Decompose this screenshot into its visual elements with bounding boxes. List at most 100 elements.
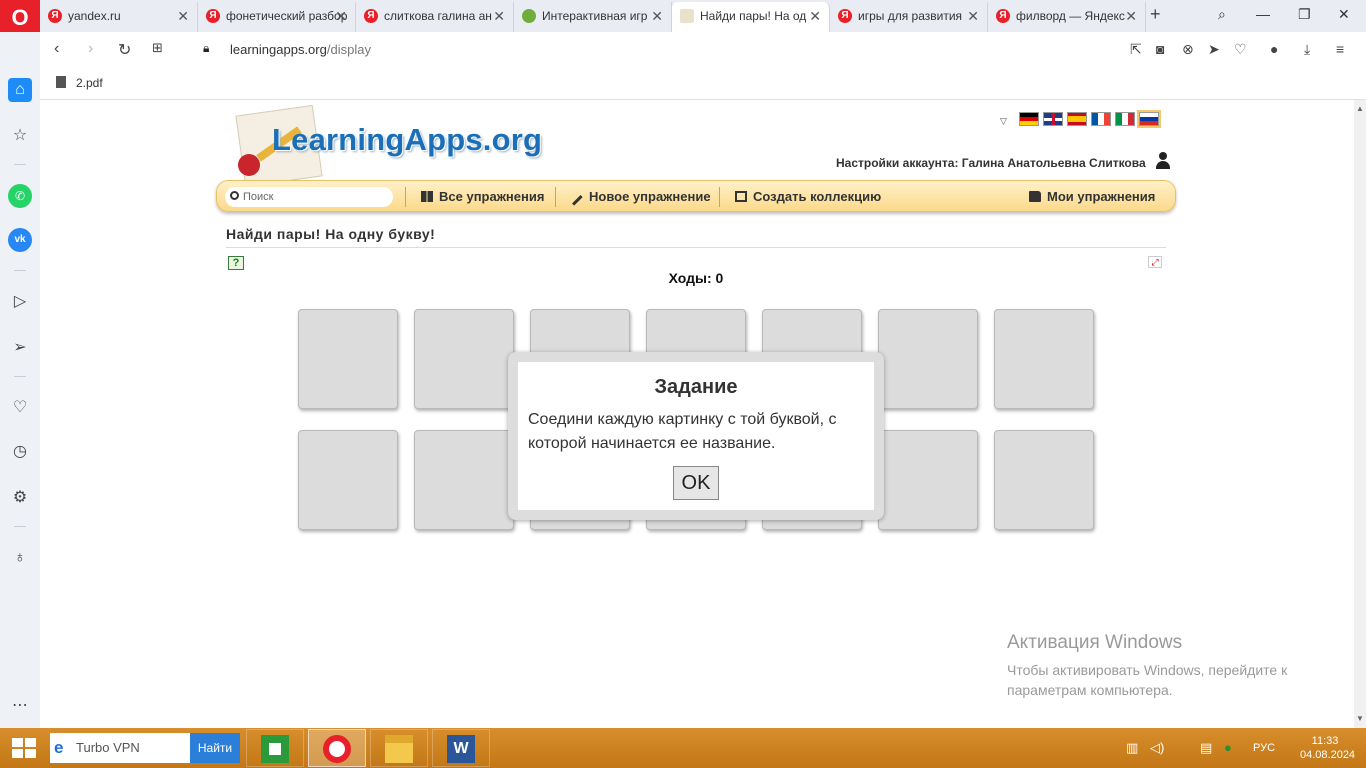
account-settings-link[interactable]: Настройки аккаунта: Галина Анатольевна С… bbox=[836, 156, 1146, 170]
send-icon[interactable]: ➢ bbox=[8, 336, 32, 360]
tab-phonetic[interactable]: Я фонетический разбор ✕ bbox=[198, 2, 356, 32]
reload-icon[interactable]: ↻ bbox=[118, 40, 131, 60]
menu-all-exercises[interactable]: Все упражнения bbox=[421, 189, 544, 204]
opera-icon bbox=[323, 735, 351, 763]
taskbar-find-button[interactable]: Найти bbox=[190, 733, 240, 763]
home-icon[interactable]: ⌂ bbox=[8, 78, 32, 102]
history-icon[interactable]: ◷ bbox=[8, 440, 32, 464]
easy-setup-icon[interactable]: ≡ bbox=[1336, 41, 1344, 57]
collection-icon bbox=[735, 191, 747, 202]
clock[interactable]: 11:33 04.08.2024 bbox=[1300, 734, 1356, 762]
memory-card[interactable] bbox=[298, 430, 398, 530]
close-icon[interactable]: ✕ bbox=[177, 2, 189, 30]
taskbar-store-app[interactable] bbox=[246, 729, 304, 767]
menu-create-collection[interactable]: Создать коллекцию bbox=[735, 189, 881, 204]
heart-icon[interactable]: ♡ bbox=[1234, 41, 1247, 58]
memory-card[interactable] bbox=[878, 430, 978, 530]
file-explorer-icon bbox=[385, 735, 413, 763]
german-flag-icon[interactable] bbox=[1019, 112, 1039, 126]
close-icon[interactable]: ✕ bbox=[651, 2, 663, 30]
send-icon[interactable]: ➤ bbox=[1208, 41, 1220, 58]
scroll-up-icon[interactable]: ▲ bbox=[1356, 104, 1364, 113]
url-path: /display bbox=[326, 42, 371, 57]
close-icon[interactable]: ✕ bbox=[335, 2, 347, 30]
english-flag-icon[interactable] bbox=[1043, 112, 1063, 126]
window-close-icon[interactable]: ✕ bbox=[1338, 6, 1350, 23]
tab-slitkova[interactable]: Я слиткова галина ан ✕ bbox=[356, 2, 514, 32]
tab-yandex[interactable]: Я yandex.ru ✕ bbox=[40, 2, 198, 32]
russian-flag-icon[interactable] bbox=[1137, 110, 1161, 128]
memory-card[interactable] bbox=[414, 309, 514, 409]
menu-my-exercises[interactable]: Мои упражнения bbox=[1029, 189, 1155, 204]
tabs-grid-icon[interactable]: ⊞ bbox=[152, 40, 163, 56]
memory-card[interactable] bbox=[994, 309, 1094, 409]
bookmark-label: 2.pdf bbox=[76, 76, 103, 90]
settings-icon[interactable]: ⚙ bbox=[8, 486, 32, 510]
more-icon[interactable]: ⋯ bbox=[8, 694, 32, 718]
clock-date: 04.08.2024 bbox=[1300, 749, 1356, 761]
language-dropdown-icon[interactable]: ▽ bbox=[1000, 116, 1007, 127]
lightbulb-icon[interactable]: ♁ bbox=[8, 546, 32, 570]
tracker-block-icon[interactable]: ⊗ bbox=[1182, 41, 1194, 58]
exercise-title: Найди пары! На одну букву! bbox=[226, 226, 436, 242]
scroll-down-icon[interactable]: ▼ bbox=[1356, 714, 1364, 723]
menu-divider bbox=[719, 187, 720, 207]
menu-new-exercise[interactable]: Новое упражнение bbox=[571, 189, 711, 206]
url-field[interactable]: learningapps.org/display bbox=[230, 42, 371, 57]
player-icon[interactable]: ▷ bbox=[8, 290, 32, 314]
bookmarks-bar: 2.pdf bbox=[40, 68, 1366, 100]
spanish-flag-icon[interactable] bbox=[1067, 112, 1087, 126]
restore-icon[interactable]: ❐ bbox=[1298, 6, 1311, 23]
minimize-icon[interactable]: — bbox=[1256, 6, 1270, 22]
italian-flag-icon[interactable] bbox=[1115, 112, 1135, 126]
taskbar-explorer-app[interactable] bbox=[370, 729, 428, 767]
tab-filword[interactable]: Я филворд — Яндекс ✕ bbox=[988, 2, 1146, 32]
tray-app-icon[interactable]: ● bbox=[1224, 740, 1232, 755]
memory-card[interactable] bbox=[878, 309, 978, 409]
download-icon[interactable]: ⤓ bbox=[1304, 41, 1310, 58]
profile-icon[interactable]: ● bbox=[1270, 41, 1278, 57]
action-center-icon[interactable]: ▤ bbox=[1200, 740, 1212, 756]
memory-card[interactable] bbox=[994, 430, 1094, 530]
volume-icon[interactable]: ◁) bbox=[1150, 740, 1164, 756]
dialog-title: Задание bbox=[654, 376, 738, 398]
star-icon[interactable]: ☆ bbox=[8, 124, 32, 148]
taskbar-word-app[interactable]: W bbox=[432, 729, 490, 767]
tab-title: слиткова галина ан bbox=[384, 9, 492, 23]
site-logo-text[interactable]: LearningApps.org bbox=[272, 122, 542, 158]
tab-dev-games[interactable]: Я игры для развития ✕ bbox=[830, 2, 988, 32]
close-icon[interactable]: ✕ bbox=[809, 2, 821, 30]
taskbar-search-input[interactable]: e Turbo VPN bbox=[50, 733, 190, 763]
help-icon[interactable]: ? bbox=[228, 256, 244, 270]
forward-icon[interactable]: › bbox=[88, 40, 93, 58]
tab-search-icon[interactable]: ⌕ bbox=[1218, 6, 1226, 23]
memory-card[interactable] bbox=[414, 430, 514, 530]
vk-icon[interactable]: vk bbox=[8, 228, 32, 252]
back-icon[interactable]: ‹ bbox=[54, 40, 59, 58]
whatsapp-icon[interactable]: ✆ bbox=[8, 184, 32, 208]
new-tab-button[interactable]: + bbox=[1150, 4, 1161, 25]
french-flag-icon[interactable] bbox=[1091, 112, 1111, 126]
moves-counter: Ходы: 0 bbox=[668, 270, 724, 286]
close-icon[interactable]: ✕ bbox=[493, 2, 505, 30]
bookmark-item[interactable]: 2.pdf bbox=[56, 76, 103, 90]
ok-button[interactable]: OK bbox=[673, 466, 719, 500]
heart-icon[interactable]: ♡ bbox=[8, 396, 32, 420]
page-scrollbar[interactable]: ▲ ▼ bbox=[1354, 100, 1366, 728]
close-icon[interactable]: ✕ bbox=[967, 2, 979, 30]
user-icon[interactable] bbox=[1156, 152, 1170, 170]
camera-icon[interactable]: ◙ bbox=[1156, 41, 1164, 57]
network-icon[interactable]: ▥ bbox=[1126, 740, 1138, 756]
share-icon[interactable]: ⇱ bbox=[1130, 41, 1142, 58]
language-indicator[interactable]: РУС bbox=[1253, 742, 1275, 754]
search-input[interactable]: Поиск bbox=[225, 187, 393, 207]
windows-start-icon[interactable] bbox=[12, 738, 36, 758]
close-icon[interactable]: ✕ bbox=[1125, 2, 1137, 30]
tab-find-pairs[interactable]: Найди пары! На од ✕ bbox=[672, 2, 830, 32]
taskbar-opera-app[interactable] bbox=[308, 729, 366, 767]
tab-interactive-game[interactable]: Интерактивная игр ✕ bbox=[514, 2, 672, 32]
menu-divider bbox=[405, 187, 406, 207]
fullscreen-icon[interactable]: ⤢ bbox=[1148, 256, 1162, 268]
memory-card[interactable] bbox=[298, 309, 398, 409]
lock-icon[interactable]: 🔒︎ bbox=[203, 41, 209, 56]
